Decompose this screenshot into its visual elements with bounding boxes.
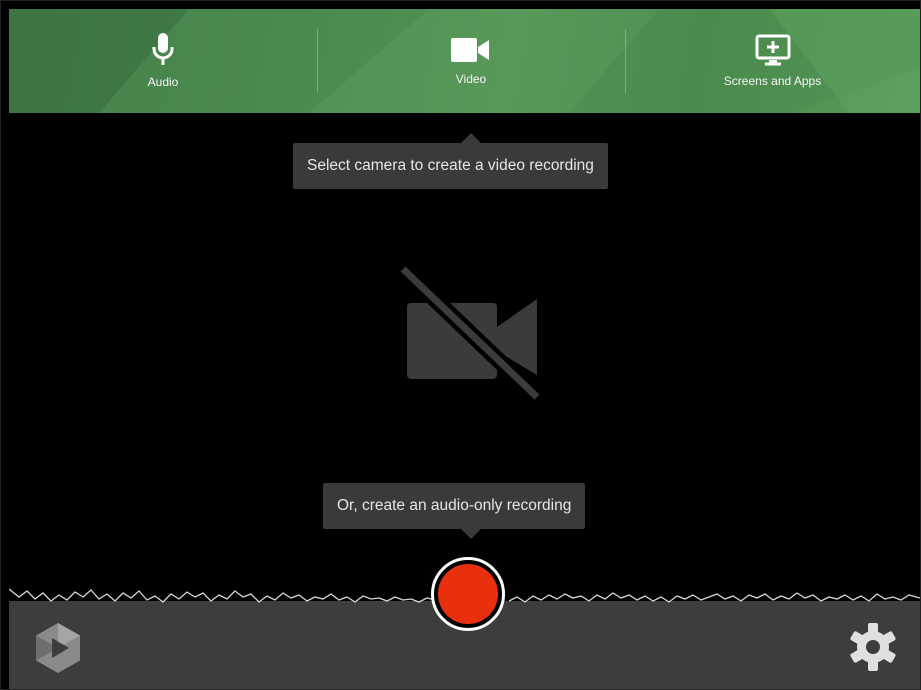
video-camera-icon xyxy=(451,38,489,62)
audio-label: Audio xyxy=(147,75,179,89)
audio-hint-tooltip: Or, create an audio-only recording xyxy=(323,483,586,539)
record-button[interactable] xyxy=(431,557,505,631)
camera-hint-tooltip: Select camera to create a video recordin… xyxy=(293,133,608,189)
video-label: Video xyxy=(455,72,487,86)
monitor-plus-icon xyxy=(755,34,790,66)
source-bar: Audio Video Screens and Apps xyxy=(9,9,920,113)
screens-label: Screens and Apps xyxy=(723,74,822,88)
camera-off-icon xyxy=(397,263,543,403)
microphone-icon xyxy=(152,33,174,65)
record-icon xyxy=(438,564,498,624)
screens-source-button[interactable]: Screens and Apps xyxy=(625,9,920,113)
app-logo-icon xyxy=(36,623,80,673)
audio-source-button[interactable]: Audio xyxy=(9,9,317,113)
recorder-window: Audio Video Screens and Apps Select came… xyxy=(0,0,921,690)
gear-icon[interactable] xyxy=(849,621,897,673)
video-source-button[interactable]: Video xyxy=(317,9,625,113)
